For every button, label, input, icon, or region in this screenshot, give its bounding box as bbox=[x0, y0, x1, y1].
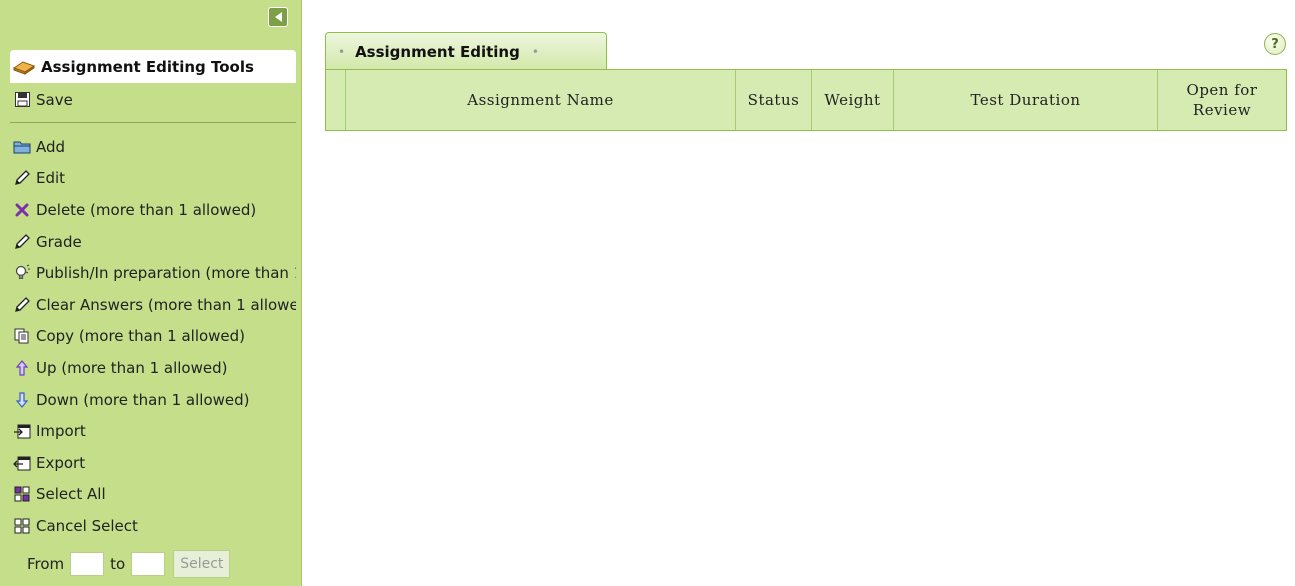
column-header-select[interactable] bbox=[326, 70, 346, 130]
edit-button[interactable]: Edit bbox=[10, 163, 296, 195]
floppy-disk-icon bbox=[13, 91, 31, 109]
column-header-open-for-review[interactable]: Open for Review bbox=[1158, 70, 1286, 130]
save-label: Save bbox=[36, 90, 73, 109]
copy-label: Copy (more than 1 allowed) bbox=[36, 327, 246, 346]
pencil-icon bbox=[13, 233, 31, 251]
save-button[interactable]: Save bbox=[10, 84, 296, 116]
publish-button[interactable]: Publish/In preparation (more than 1 allo… bbox=[10, 257, 296, 289]
cancel-select-label: Cancel Select bbox=[36, 516, 138, 535]
tools-panel-header: Assignment Editing Tools bbox=[10, 50, 296, 83]
export-button[interactable]: Export bbox=[10, 447, 296, 479]
to-input[interactable] bbox=[131, 552, 166, 576]
copy-icon bbox=[13, 327, 31, 345]
collapse-sidebar-button[interactable] bbox=[268, 7, 288, 27]
assignment-table-header: Assignment Name Status Weight Test Durat… bbox=[325, 69, 1287, 131]
eraser-icon bbox=[13, 59, 35, 75]
grade-button[interactable]: Grade bbox=[10, 226, 296, 258]
pencil-icon bbox=[13, 296, 31, 314]
cancel-select-icon bbox=[13, 517, 31, 535]
publish-label: Publish/In preparation (more than 1 allo… bbox=[36, 264, 296, 283]
add-button[interactable]: Add bbox=[10, 131, 296, 163]
select-all-button[interactable]: Select All bbox=[10, 479, 296, 511]
triangle-left-icon bbox=[274, 12, 282, 22]
select-all-icon bbox=[13, 485, 31, 503]
import-button[interactable]: Import bbox=[10, 415, 296, 447]
copy-button[interactable]: Copy (more than 1 allowed) bbox=[10, 321, 296, 353]
lightbulb-icon bbox=[13, 264, 31, 282]
clear-answers-label: Clear Answers (more than 1 allowed) bbox=[36, 295, 296, 314]
clear-answers-button[interactable]: Clear Answers (more than 1 allowed) bbox=[10, 289, 296, 321]
move-up-button[interactable]: Up (more than 1 allowed) bbox=[10, 352, 296, 384]
edit-label: Edit bbox=[36, 169, 66, 188]
menu-divider bbox=[10, 122, 296, 123]
delete-label: Delete (more than 1 allowed) bbox=[36, 200, 257, 219]
tools-menu: Add Edit Delete (more than 1 allowed) Gr… bbox=[10, 131, 296, 542]
tools-panel-title: Assignment Editing Tools bbox=[41, 57, 254, 76]
export-icon bbox=[13, 454, 31, 472]
column-header-assignment-name[interactable]: Assignment Name bbox=[346, 70, 736, 130]
arrow-down-icon bbox=[13, 391, 31, 409]
sidebar: Assignment Editing Tools Save Add Edit D… bbox=[0, 0, 302, 586]
save-menu: Save bbox=[10, 84, 296, 116]
range-select-button[interactable]: Select bbox=[173, 550, 231, 578]
move-up-label: Up (more than 1 allowed) bbox=[36, 358, 228, 377]
grade-label: Grade bbox=[36, 232, 82, 251]
pencil-icon bbox=[13, 169, 31, 187]
move-down-button[interactable]: Down (more than 1 allowed) bbox=[10, 384, 296, 416]
export-label: Export bbox=[36, 453, 86, 472]
from-input[interactable] bbox=[70, 552, 105, 576]
column-header-status[interactable]: Status bbox=[736, 70, 812, 130]
tab-right-dot-icon: • bbox=[531, 44, 539, 59]
column-header-weight[interactable]: Weight bbox=[812, 70, 894, 130]
range-select-row: From to Select bbox=[10, 549, 296, 579]
to-label: to bbox=[110, 555, 126, 573]
tab-left-dot-icon: • bbox=[338, 44, 346, 59]
move-down-label: Down (more than 1 allowed) bbox=[36, 390, 250, 409]
select-all-label: Select All bbox=[36, 485, 106, 504]
from-label: From bbox=[27, 555, 65, 573]
tab-label: Assignment Editing bbox=[355, 42, 520, 61]
add-label: Add bbox=[36, 137, 66, 156]
import-icon bbox=[13, 422, 31, 440]
help-icon[interactable]: ? bbox=[1264, 33, 1286, 55]
folder-icon bbox=[13, 138, 31, 156]
arrow-up-icon bbox=[13, 359, 31, 377]
cancel-select-button[interactable]: Cancel Select bbox=[10, 510, 296, 542]
delete-button[interactable]: Delete (more than 1 allowed) bbox=[10, 194, 296, 226]
delete-x-icon bbox=[13, 201, 31, 219]
import-label: Import bbox=[36, 422, 86, 441]
tab-assignment-editing[interactable]: • Assignment Editing • bbox=[325, 32, 607, 70]
column-header-test-duration[interactable]: Test Duration bbox=[894, 70, 1158, 130]
